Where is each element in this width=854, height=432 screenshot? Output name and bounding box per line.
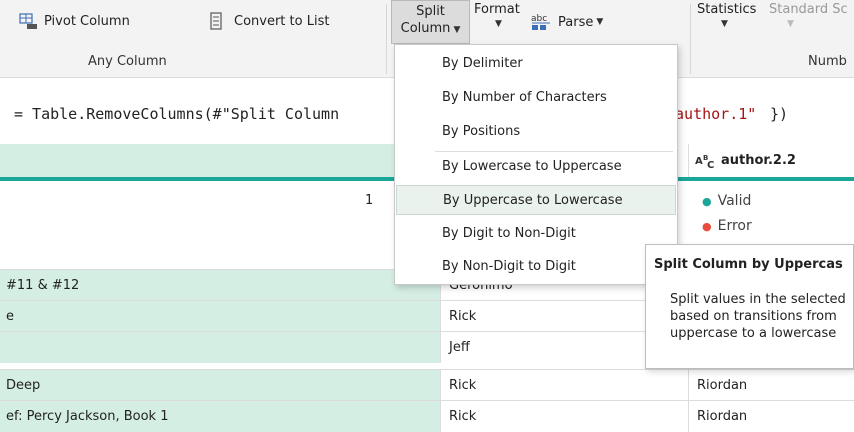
menu-item-by-positions[interactable]: By Positions xyxy=(396,117,676,147)
valid-label: Valid xyxy=(717,193,752,209)
column-header-label: author.2.2 xyxy=(721,153,796,168)
formula-close: }) xyxy=(770,105,789,123)
table-row: ef: Percy Jackson, Book 1 Rick Riordan xyxy=(0,400,854,432)
split-label-line1: Split xyxy=(416,4,445,19)
table-cell[interactable]: Rick xyxy=(440,401,688,432)
table-cell[interactable]: Riordan xyxy=(688,370,854,401)
menu-item-by-lowercase-to-uppercase[interactable]: By Lowercase to Uppercase xyxy=(396,152,676,182)
column-header-author-2-2[interactable]: A B C author.2.2 xyxy=(688,144,854,177)
table-cell[interactable]: #11 & #12 xyxy=(0,270,440,301)
parse-button[interactable]: abc Parse ▼ xyxy=(530,12,603,32)
convert-to-list-button[interactable]: Convert to List xyxy=(210,12,329,30)
statistics-label: Statistics xyxy=(697,2,757,17)
any-column-group-label: Any Column xyxy=(88,54,167,69)
table-cell[interactable]: Riordan xyxy=(688,401,854,432)
table-cell[interactable]: Rick xyxy=(440,370,688,401)
statistics-button[interactable]: Statistics ▼ xyxy=(697,2,756,29)
parse-label: Parse xyxy=(558,14,594,30)
split-label-line2: Column xyxy=(400,21,451,36)
tooltip: Split Column by Uppercas Split values in… xyxy=(645,244,854,369)
standard-label: Standard Sc xyxy=(769,2,848,17)
chevron-down-icon: ▼ xyxy=(787,19,794,29)
convert-to-list-label: Convert to List xyxy=(234,13,330,29)
ribbon-separator xyxy=(386,4,387,74)
chevron-down-icon: ▼ xyxy=(453,25,461,35)
format-button[interactable]: Format ▼ xyxy=(474,2,520,29)
column-stats-area xyxy=(0,181,440,269)
formula-string: "author.1" xyxy=(666,105,757,123)
tooltip-line: Split values in the selected xyxy=(670,292,846,307)
split-column-button[interactable]: Split Column ▼ xyxy=(391,0,470,44)
svg-text:A: A xyxy=(695,156,703,167)
menu-item-by-uppercase-to-lowercase[interactable]: By Uppercase to Lowercase xyxy=(396,185,676,215)
ribbon-separator xyxy=(690,4,691,74)
format-label: Format xyxy=(474,2,520,17)
pivot-column-label: Pivot Column xyxy=(44,13,130,29)
stat-count: 1 xyxy=(365,193,374,208)
tooltip-body: Split values in the selected based on tr… xyxy=(670,291,846,342)
standard-button[interactable]: Standard Sc ▼ xyxy=(769,2,848,29)
split-column-menu: By Delimiter By Number of Characters By … xyxy=(394,44,678,285)
pivot-column-icon xyxy=(18,12,38,30)
menu-item-by-non-digit-to-digit[interactable]: By Non-Digit to Digit xyxy=(396,252,676,282)
chevron-down-icon: ▼ xyxy=(494,19,502,29)
table-row: Deep Rick Riordan xyxy=(0,369,854,401)
quality-valid: ● Valid xyxy=(702,193,751,209)
menu-item-by-delimiter[interactable]: By Delimiter xyxy=(396,49,676,79)
number-group-label: Numb xyxy=(808,54,847,69)
pivot-column-button[interactable]: Pivot Column xyxy=(18,12,130,30)
tooltip-line: uppercase to a lowercase xyxy=(670,326,837,341)
menu-item-by-number-of-characters[interactable]: By Number of Characters xyxy=(396,83,676,113)
valid-dot-icon: ● xyxy=(702,195,712,208)
table-cell[interactable]: ef: Percy Jackson, Book 1 xyxy=(0,401,440,432)
table-cell[interactable] xyxy=(0,332,440,363)
tooltip-title: Split Column by Uppercas xyxy=(654,257,843,272)
quality-error: ● Error xyxy=(702,218,752,234)
table-cell[interactable]: Deep xyxy=(0,370,440,401)
chevron-down-icon: ▼ xyxy=(721,19,728,29)
menu-item-by-digit-to-non-digit[interactable]: By Digit to Non-Digit xyxy=(396,219,676,249)
text-type-icon: A B C xyxy=(695,153,721,171)
formula-text: = Table.RemoveColumns(#"Split Column xyxy=(14,105,340,123)
column-header-selected[interactable] xyxy=(0,144,440,177)
svg-text:C: C xyxy=(707,160,714,169)
error-label: Error xyxy=(717,218,752,234)
table-cell[interactable]: e xyxy=(0,301,440,332)
parse-icon: abc xyxy=(530,12,554,32)
list-icon xyxy=(210,12,224,30)
chevron-down-icon: ▼ xyxy=(596,17,604,27)
tooltip-line: based on transitions from xyxy=(670,309,837,324)
error-dot-icon: ● xyxy=(702,220,712,233)
